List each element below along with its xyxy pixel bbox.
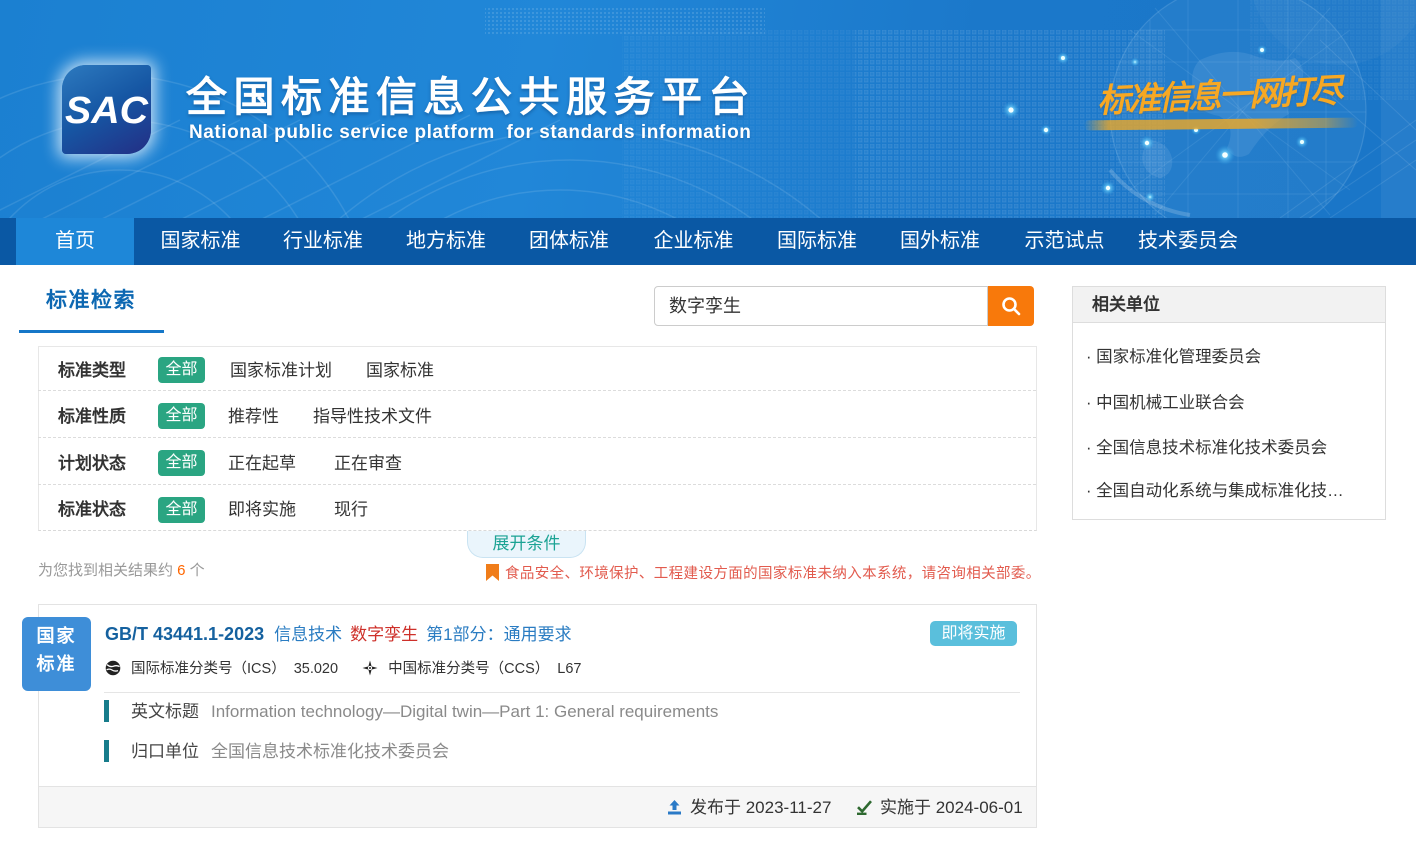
svg-text:SAC: SAC <box>65 90 149 132</box>
